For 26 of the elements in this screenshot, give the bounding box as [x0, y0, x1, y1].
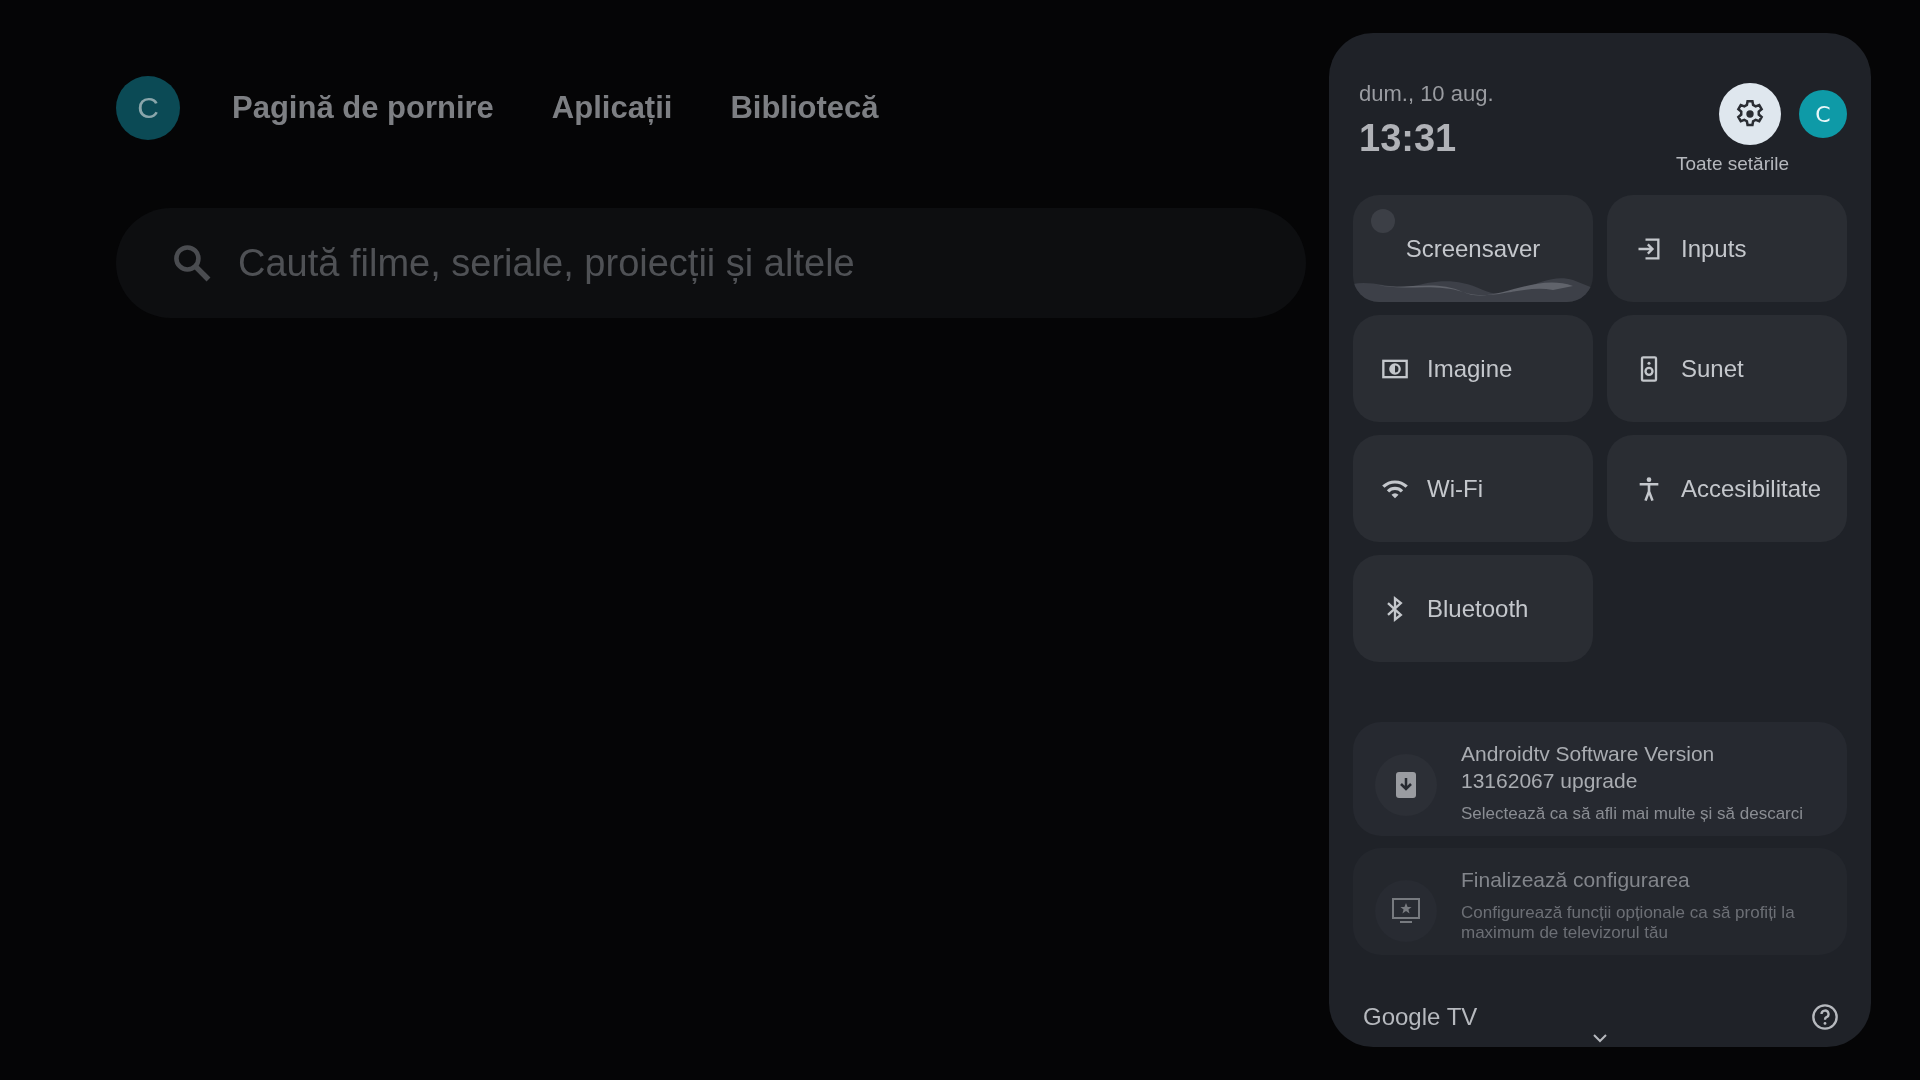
- nav-tab[interactable]: Aplicații: [551, 90, 673, 126]
- quick-setting-tile[interactable]: Accesibilitate: [1607, 435, 1847, 542]
- quick-setting-tile[interactable]: Wi-Fi: [1353, 435, 1593, 542]
- quick-setting-tile[interactable]: Imagine: [1353, 315, 1593, 422]
- help-icon[interactable]: [1811, 1003, 1839, 1031]
- notification-body: Selectează ca să afli mai multe și să descarci: [1461, 804, 1804, 824]
- chevron-down-icon: [1592, 1033, 1608, 1043]
- brand-logo: Google TV: [1363, 1003, 1478, 1031]
- clock-time: 13:31: [1359, 117, 1458, 160]
- notification-title: Androidtv Software Version 13162067 upgrade: [1461, 741, 1716, 794]
- date-label: dum., 10 aug.: [1359, 81, 1494, 107]
- phone-download-icon: [1395, 771, 1417, 799]
- settings-label: Toate setările: [1676, 153, 1789, 175]
- notification-card[interactable]: Finalizează configurarea Configurează funcții opționale ca să profiți la maximum de televizorul tău: [1353, 848, 1847, 955]
- quick-setting-tile[interactable]: Bluetooth: [1353, 555, 1593, 662]
- notification-card[interactable]: Androidtv Software Version 13162067 upgrade Selectează ca să afli mai multe și să descarci: [1353, 722, 1847, 836]
- profile-avatar[interactable]: C: [116, 76, 180, 140]
- screensaver-tile[interactable]: Screensaver: [1353, 195, 1593, 302]
- quick-setting-tile[interactable]: Sunet: [1607, 315, 1847, 422]
- notification-body: Configurează funcții opționale ca să profiți la maximum de televizorul tău: [1461, 903, 1796, 943]
- search-placeholder: Caută filme, seriale, proiecții și altele: [238, 241, 855, 285]
- nav-tab[interactable]: Bibliotecă: [730, 90, 879, 126]
- quick-setting-tile[interactable]: Inputs: [1607, 195, 1847, 302]
- nav-tab[interactable]: Pagină de pornire: [232, 90, 494, 126]
- notification-title: Finalizează configurarea: [1461, 867, 1691, 893]
- tv-star-icon: [1392, 898, 1420, 924]
